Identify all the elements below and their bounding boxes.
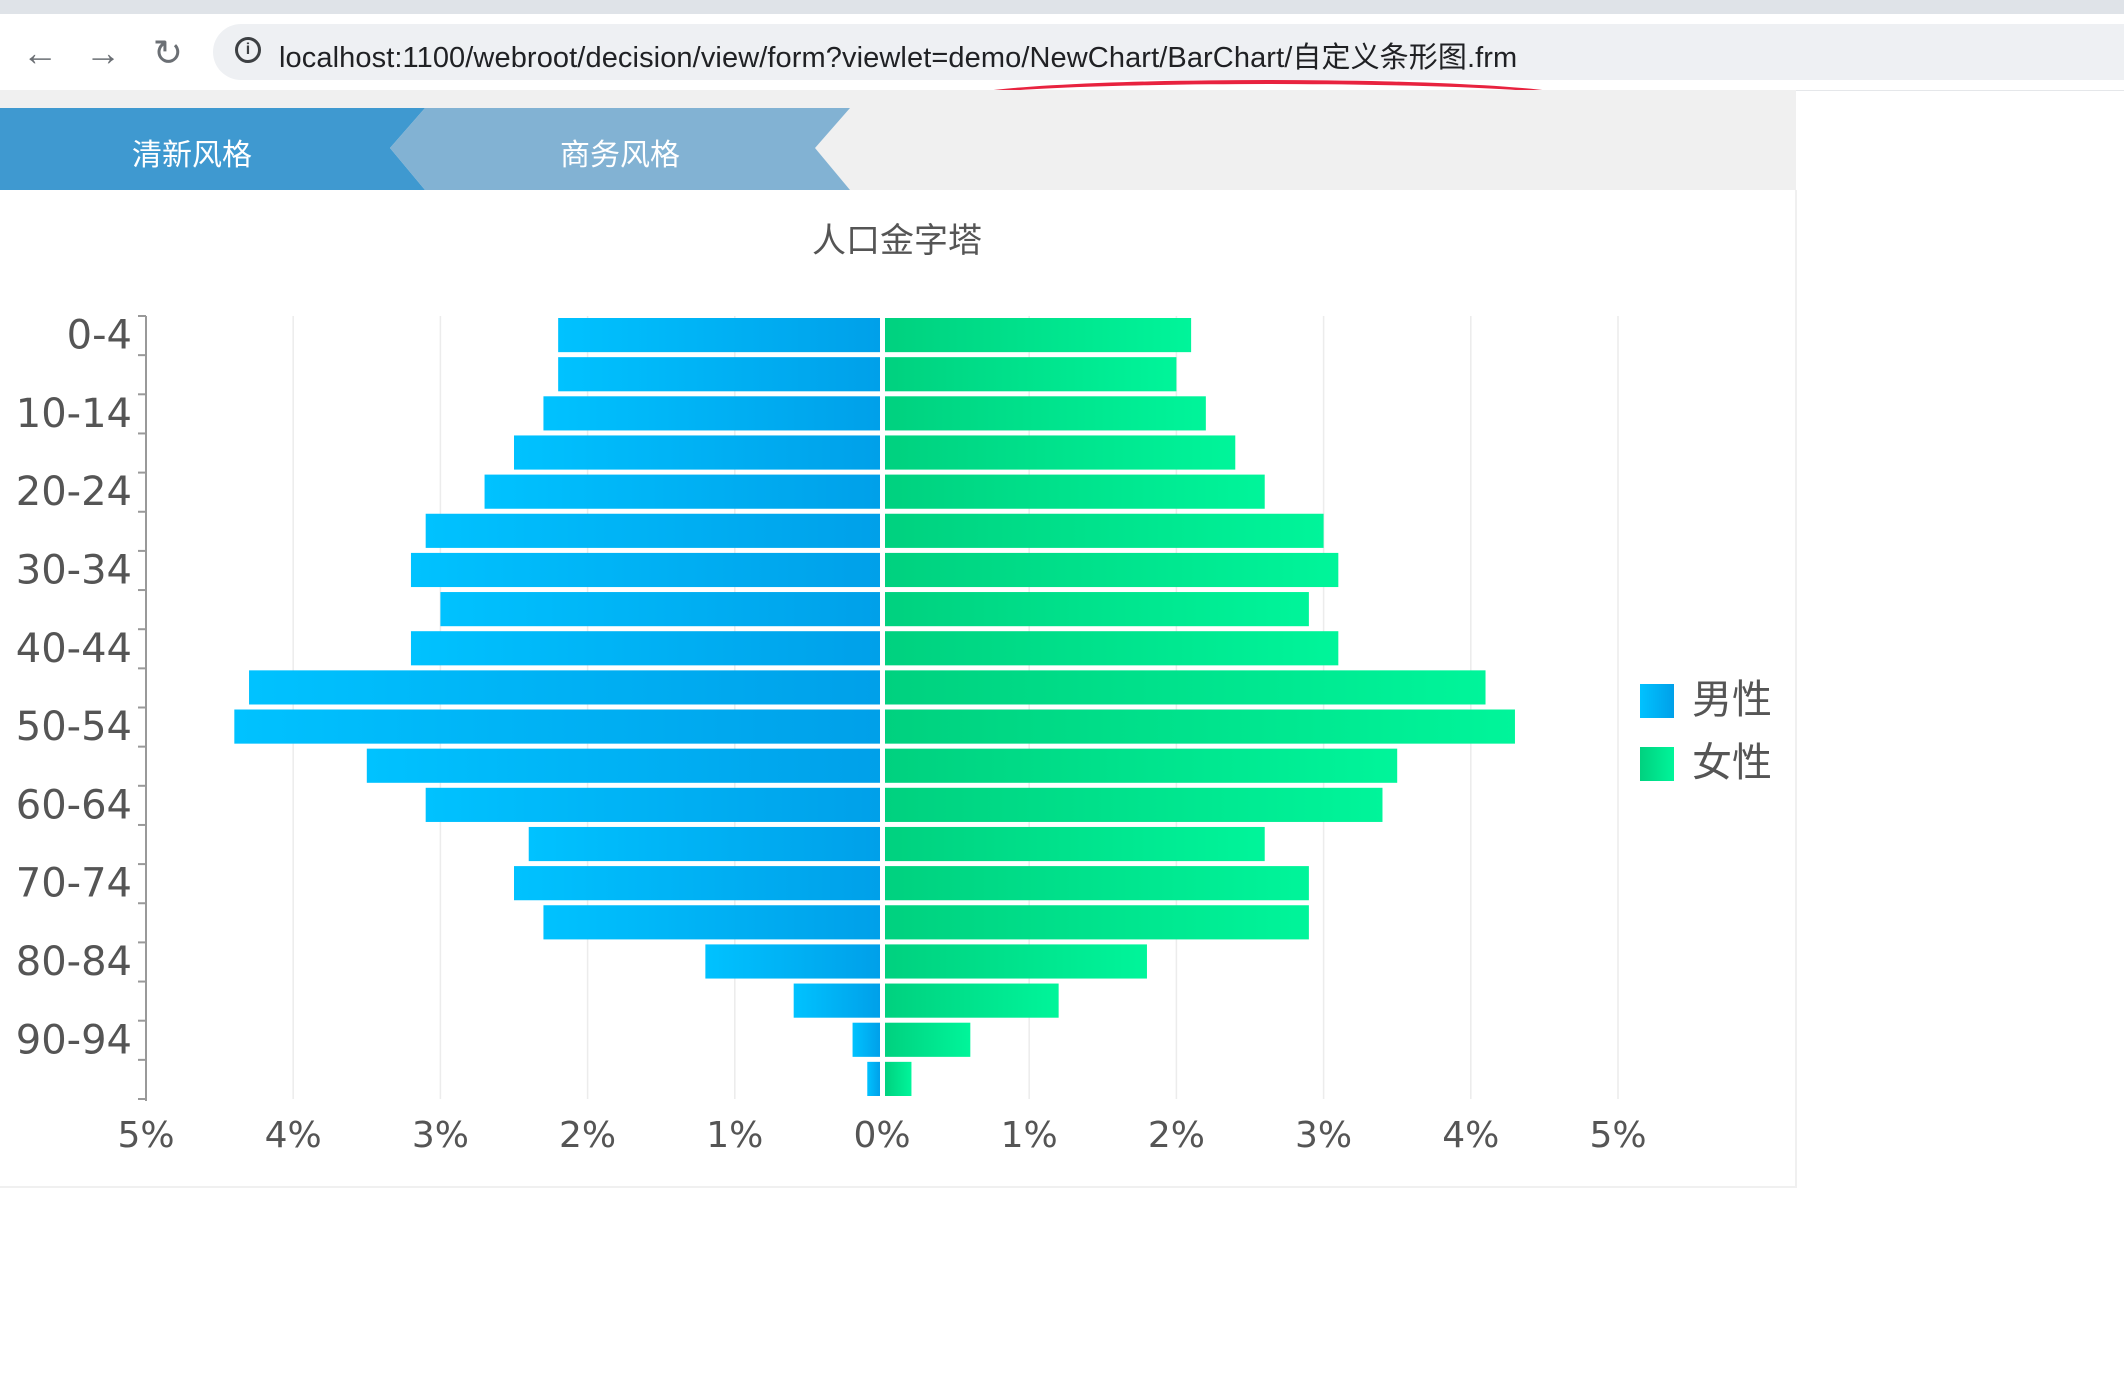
- y-tick-label: 70-74: [16, 861, 132, 907]
- back-arrow-icon[interactable]: ←: [15, 28, 65, 78]
- bar-female-10-14[interactable]: [885, 396, 1206, 431]
- bar-male-35-39[interactable]: [440, 592, 880, 627]
- bar-female-30-34[interactable]: [885, 552, 1339, 588]
- bar-male-5-9[interactable]: [558, 357, 880, 392]
- bar-female-80-84[interactable]: [885, 944, 1147, 979]
- x-tick-label: 2%: [1148, 1115, 1205, 1156]
- y-tick-label: 20-24: [16, 469, 132, 515]
- legend: 男性女性: [1640, 677, 1772, 786]
- forward-arrow-icon[interactable]: →: [78, 28, 128, 78]
- legend-label-female[interactable]: 女性: [1692, 740, 1772, 786]
- bar-male-60-64[interactable]: [425, 787, 880, 822]
- info-icon[interactable]: i: [235, 37, 261, 63]
- bar-female-25-29[interactable]: [885, 513, 1324, 548]
- bar-male-15-19[interactable]: [514, 435, 880, 470]
- bar-male-75-79[interactable]: [543, 905, 880, 940]
- bar-male-80-84[interactable]: [705, 944, 880, 979]
- bar-female-55-59[interactable]: [885, 748, 1398, 783]
- bar-male-30-34[interactable]: [410, 552, 880, 588]
- bar-female-75-79[interactable]: [885, 905, 1309, 940]
- bar-female-40-44[interactable]: [885, 631, 1339, 666]
- y-tick-label: 30-34: [16, 547, 132, 593]
- y-tick-label: 60-64: [16, 782, 132, 828]
- bar-female-90-94[interactable]: [885, 1022, 971, 1057]
- y-tick-label: 40-44: [16, 626, 132, 672]
- bar-female-15-19[interactable]: [885, 435, 1236, 470]
- bar-female-95-99[interactable]: [885, 1061, 912, 1096]
- bar-female-65-69[interactable]: [885, 826, 1265, 862]
- bar-male-0-4[interactable]: [558, 318, 880, 353]
- bar-male-50-54[interactable]: [234, 709, 880, 744]
- x-tick-label: 3%: [412, 1115, 469, 1156]
- tab-business-style-label[interactable]: 商务风格: [500, 130, 740, 174]
- bar-female-60-64[interactable]: [885, 787, 1383, 822]
- bar-male-85-89[interactable]: [793, 983, 880, 1018]
- x-tick-label: 4%: [265, 1115, 322, 1156]
- x-tick-label: 1%: [706, 1115, 763, 1156]
- bar-female-35-39[interactable]: [885, 592, 1309, 627]
- bar-male-95-99[interactable]: [867, 1061, 880, 1096]
- url-host: localhost: [279, 42, 395, 74]
- reload-icon[interactable]: ↻: [143, 28, 193, 78]
- url-path: :1100/webroot/decision/view/form?viewlet…: [394, 42, 1518, 74]
- x-tick-label: 1%: [1001, 1115, 1058, 1156]
- x-tick-label: 2%: [559, 1115, 616, 1156]
- chart-card: 人口金字塔 0-4 10-14 20-24 30-34 40-44 50-54 60-64 7…: [0, 190, 1797, 1188]
- browser-tabstrip: [0, 0, 2124, 14]
- style-tab-bar: 清新风格 商务风格: [0, 90, 1796, 190]
- y-tick-label: 80-84: [16, 939, 132, 985]
- x-tick-label: 3%: [1295, 1115, 1352, 1156]
- y-tick-label: 50-54: [16, 704, 132, 750]
- address-bar[interactable]: i localhost:1100/webroot/decision/view/f…: [213, 24, 2124, 80]
- bar-female-85-89[interactable]: [885, 983, 1059, 1018]
- y-tick-label: 10-14: [16, 391, 132, 437]
- bar-female-45-49[interactable]: [885, 670, 1486, 705]
- x-tick-label: 0%: [853, 1115, 910, 1156]
- bar-female-50-54[interactable]: [885, 709, 1515, 744]
- bar-male-55-59[interactable]: [366, 748, 880, 783]
- grid-lines: [145, 316, 1619, 1099]
- bar-male-40-44[interactable]: [410, 631, 880, 666]
- x-tick-label: 4%: [1442, 1115, 1499, 1156]
- bar-female-70-74[interactable]: [885, 866, 1309, 901]
- x-tick-label: 5%: [117, 1115, 174, 1156]
- url-text[interactable]: localhost:1100/webroot/decision/view/for…: [279, 34, 1517, 76]
- chart-title: 人口金字塔: [812, 221, 982, 261]
- bar-male-20-24[interactable]: [484, 474, 880, 509]
- bar-male-65-69[interactable]: [528, 826, 880, 862]
- bar-female-0-4[interactable]: [885, 318, 1192, 353]
- x-tick-label: 5%: [1589, 1115, 1646, 1156]
- population-pyramid-chart: 人口金字塔 0-4 10-14 20-24 30-34 40-44 50-54 60-64 7…: [16, 221, 1772, 1156]
- legend-swatch-female[interactable]: [1640, 747, 1674, 781]
- y-tick-label: 0-4: [67, 313, 132, 359]
- bar-male-70-74[interactable]: [514, 866, 880, 901]
- bar-male-45-49[interactable]: [249, 670, 881, 705]
- legend-label-male[interactable]: 男性: [1692, 677, 1772, 723]
- bar-male-90-94[interactable]: [852, 1022, 880, 1057]
- bar-male-25-29[interactable]: [425, 513, 880, 548]
- bar-male-10-14[interactable]: [543, 396, 880, 431]
- legend-swatch-male[interactable]: [1640, 684, 1674, 718]
- y-tick-label: 90-94: [16, 1017, 132, 1063]
- bar-female-5-9[interactable]: [885, 357, 1177, 392]
- bar-female-20-24[interactable]: [885, 474, 1265, 509]
- tab-fresh-style-label[interactable]: 清新风格: [72, 130, 312, 174]
- browser-toolbar: ← → ↻ i localhost:1100/webroot/decision/…: [0, 14, 2124, 91]
